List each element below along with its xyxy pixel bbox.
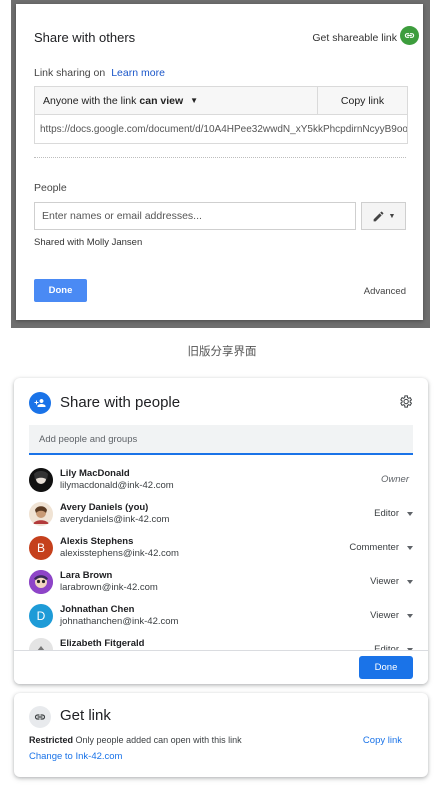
role-dropdown[interactable]: Viewer [370,610,413,621]
link-access-dropdown[interactable]: Anyone with the link can view ▼ [35,87,318,114]
avatar: D [29,604,53,628]
change-access-link[interactable]: Change to Ink-42.com [29,751,122,762]
link-sharing-label: Link sharing on [34,67,106,79]
settings-gear-icon[interactable] [398,394,413,414]
person-email: alexisstephens@ink-42.com [60,548,179,559]
link-restriction-text: Restricted Only people added can open wi… [29,735,242,745]
caret-down-icon: ▼ [190,96,199,105]
person-row: Lara Brown larabrown@ink-42.com Viewer [29,568,413,598]
role-dropdown[interactable]: Commenter [349,542,413,553]
person-row: D Johnathan Chen johnathanchen@ink-42.co… [29,602,413,632]
caret-down-icon [407,511,413,516]
add-person-icon [29,392,51,414]
person-row: Elizabeth Fitgerald Editor [29,636,413,650]
avatar [29,468,53,492]
avatar: B [29,536,53,560]
person-email: lilymacdonald@ink-42.com [60,480,174,491]
old-share-dialog: Share with others Get shareable link Lin… [16,4,423,320]
restricted-label: Restricted [29,735,74,745]
link-icon[interactable] [400,26,419,45]
pencil-icon [373,211,383,221]
link-icon [29,706,51,728]
old-copy-link-button[interactable]: Copy link [318,87,407,114]
person-row: Lily MacDonald lilymacdonald@ink-42.com … [29,466,413,496]
person-name: Elizabeth Fitgerald [60,638,145,649]
caret-down-icon: ▼ [388,212,396,220]
person-email: averydaniels@ink-42.com [60,514,170,525]
shared-with-text: Shared with Molly Jansen [34,237,143,248]
dialog-footer: Done [14,650,428,684]
link-sharing-status: Link sharing on Learn more [34,67,165,79]
done-button[interactable]: Done [359,656,413,679]
link-settings-box: Anyone with the link can view ▼ Copy lin… [34,86,408,144]
get-link-title: Get link [60,707,111,724]
advanced-link[interactable]: Advanced [364,286,406,297]
person-name: Lily MacDonald [60,468,130,479]
restriction-description: Only people added can open with this lin… [75,735,242,745]
person-email: larabrown@ink-42.com [60,582,158,593]
caret-down-icon [407,545,413,550]
people-input[interactable]: Enter names or email addresses... [34,202,356,230]
people-list: Lily MacDonald lilymacdonald@ink-42.com … [14,464,428,650]
caret-down-icon [407,613,413,618]
access-prefix: Anyone with the link [43,94,137,107]
role-dropdown[interactable]: Viewer [370,576,413,587]
avatar [29,502,53,526]
get-shareable-link-button[interactable]: Get shareable link [312,32,397,44]
person-name: Alexis Stephens [60,536,134,547]
person-name: Johnathan Chen [60,604,135,615]
avatar [29,570,53,594]
permission-dropdown[interactable]: ▼ [361,202,406,230]
caret-down-icon [407,579,413,584]
person-name: Avery Daniels (you) [60,502,149,513]
share-with-people-dialog: Share with people Add people and groups … [14,378,428,684]
divider [34,157,406,158]
copy-link-button[interactable]: Copy link [363,735,402,746]
old-done-button[interactable]: Done [34,279,87,302]
role-label: Owner [381,474,409,485]
share-url-field[interactable]: https://docs.google.com/document/d/10A4H… [35,115,407,143]
person-row: B Alexis Stephens alexisstephens@ink-42.… [29,534,413,564]
learn-more-link[interactable]: Learn more [111,67,165,79]
person-name: Lara Brown [60,570,113,581]
add-people-input[interactable]: Add people and groups [29,425,413,455]
person-email: johnathanchen@ink-42.com [60,616,179,627]
caption: 旧版分享界面 [187,346,257,358]
old-share-screenshot: Share with others Get shareable link Lin… [11,0,430,328]
avatar [29,638,53,650]
access-level: can view [139,94,184,107]
old-dialog-title: Share with others [34,30,136,45]
people-label: People [34,182,67,194]
role-dropdown[interactable]: Editor [374,508,413,519]
person-row: Avery Daniels (you) averydaniels@ink-42.… [29,500,413,530]
get-link-card[interactable]: Get link Restricted Only people added ca… [14,693,428,777]
dialog-title: Share with people [60,394,181,411]
